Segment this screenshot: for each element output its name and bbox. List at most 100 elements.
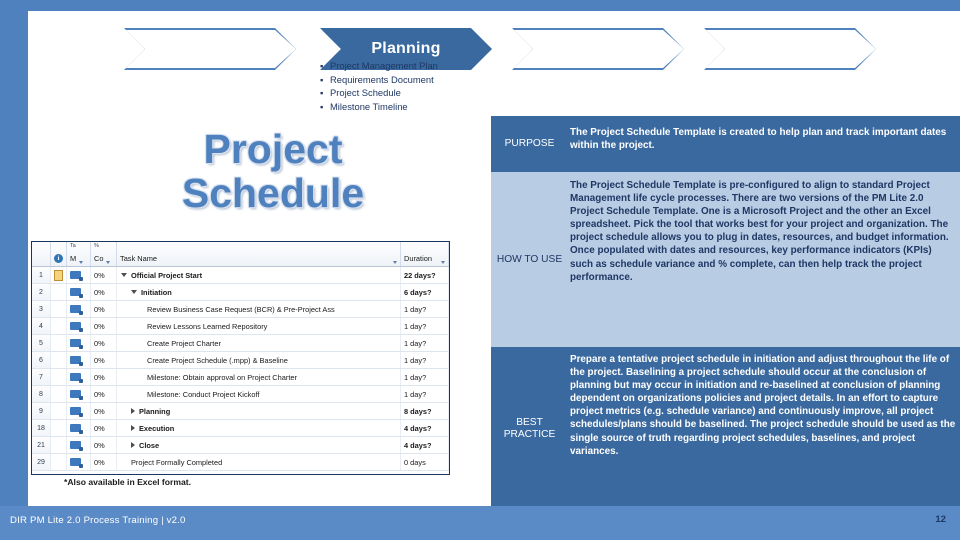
task-name-label: Milestone: Obtain approval on Project Ch…	[147, 372, 297, 382]
task-name-label: Create Project Charter	[147, 338, 221, 348]
table-row[interactable]: 29 0% Project Formally Completed 0 days	[32, 454, 449, 471]
table-row[interactable]: 8 0% Milestone: Conduct Project Kickoff 1 d…	[32, 386, 449, 403]
task-pct-complete: 0%	[91, 352, 117, 368]
task-duration: 4 days?	[401, 420, 449, 436]
process-chevron-1-label	[124, 28, 296, 70]
task-indicator-cell	[51, 352, 67, 368]
task-duration: 8 days?	[401, 403, 449, 419]
chevron-down-icon[interactable]	[79, 261, 84, 264]
page-number: 12	[935, 514, 946, 525]
task-indicator-cell	[51, 369, 67, 385]
table-row[interactable]: 6 0% Create Project Schedule (.mpp) & Base…	[32, 352, 449, 369]
task-name-label: Close	[139, 440, 160, 450]
table-row[interactable]: 9 0% Planning 8 days?	[32, 403, 449, 420]
excel-format-footnote: *Also available in Excel format.	[64, 477, 192, 487]
task-indicator-cell	[51, 284, 67, 300]
task-duration: 1 day?	[401, 369, 449, 385]
expand-triangle-icon[interactable]	[131, 408, 135, 414]
table-row[interactable]: 1 0% Official Project Start 22 days?	[32, 267, 449, 284]
gantt-col-task-mode[interactable]: Ta M	[67, 242, 91, 266]
task-name-cell: Review Lessons Learned Repository	[117, 318, 401, 334]
gantt-col-task-name-label: Task Name	[120, 254, 157, 263]
gantt-col-task-mode-label: M	[70, 254, 77, 263]
note-icon	[54, 269, 63, 281]
gantt-col-task-name[interactable]: Task Name	[117, 242, 401, 266]
auto-schedule-icon	[70, 390, 83, 400]
deliverable-label: Milestone Timeline	[330, 100, 408, 112]
task-mode-cell	[67, 454, 91, 470]
gantt-col-pct-complete[interactable]: % Co	[91, 242, 117, 266]
expand-triangle-icon[interactable]	[131, 442, 135, 448]
page-title: Project Schedule	[181, 126, 365, 216]
auto-schedule-icon	[70, 441, 83, 451]
project-schedule-screenshot: i Ta M % Co Task Name Duration 1 0% Offi…	[31, 241, 450, 475]
task-pct-complete: 0%	[91, 369, 117, 385]
task-name-cell: Initiation	[117, 284, 401, 300]
list-item: ▪ Milestone Timeline	[320, 100, 495, 114]
chevron-down-icon[interactable]	[106, 261, 111, 264]
auto-schedule-icon	[70, 271, 83, 281]
bullet-icon: ▪	[320, 100, 324, 112]
task-indicator-cell	[51, 301, 67, 317]
task-duration: 0 days	[401, 454, 449, 470]
gantt-task-list: 1 0% Official Project Start 22 days? 2 0% Init…	[32, 267, 449, 471]
table-row[interactable]: 2 0% Initiation 6 days?	[32, 284, 449, 301]
task-pct-complete: 0%	[91, 284, 117, 300]
task-row-id: 1	[32, 267, 51, 283]
auto-schedule-icon	[70, 305, 83, 315]
task-mode-cell	[67, 318, 91, 334]
table-row[interactable]: 7 0% Milestone: Obtain approval on Project…	[32, 369, 449, 386]
task-duration: 22 days?	[401, 267, 449, 283]
info-table: PURPOSE The Project Schedule Template is…	[491, 116, 960, 510]
auto-schedule-icon	[70, 322, 83, 332]
task-indicator-cell	[51, 335, 67, 351]
task-name-label: Milestone: Conduct Project Kickoff	[147, 389, 260, 399]
collapse-triangle-icon[interactable]	[121, 272, 127, 277]
task-duration: 6 days?	[401, 284, 449, 300]
list-item: ▪ Project Schedule	[320, 86, 495, 100]
task-name-label: Project Formally Completed	[131, 457, 223, 467]
gantt-col-duration[interactable]: Duration	[401, 242, 449, 266]
slide-canvas: Planning ▪ Project Management Plan ▪ Req…	[28, 11, 960, 510]
task-row-id: 2	[32, 284, 51, 300]
task-row-id: 9	[32, 403, 51, 419]
process-chevron-3-label	[512, 28, 684, 70]
task-name-label: Initiation	[141, 287, 172, 297]
bullet-icon: ▪	[320, 73, 324, 85]
task-row-id: 18	[32, 420, 51, 436]
process-chevron-4[interactable]	[704, 28, 876, 70]
task-name-label: Create Project Schedule (.mpp) & Baselin…	[147, 355, 288, 365]
table-row[interactable]: 4 0% Review Lessons Learned Repository 1 da…	[32, 318, 449, 335]
table-row[interactable]: 5 0% Create Project Charter 1 day?	[32, 335, 449, 352]
auto-schedule-icon	[70, 373, 83, 383]
task-name-label: Review Business Case Request (BCR) & Pre…	[147, 304, 335, 314]
task-indicator-cell	[51, 437, 67, 453]
task-row-id: 29	[32, 454, 51, 470]
gantt-col-indicators[interactable]: i	[51, 242, 67, 266]
list-item: ▪ Requirements Document	[320, 73, 495, 87]
table-row[interactable]: 18 0% Execution 4 days?	[32, 420, 449, 437]
process-chevron-3[interactable]	[512, 28, 684, 70]
process-chevron-1[interactable]	[124, 28, 296, 70]
collapse-triangle-icon[interactable]	[131, 289, 137, 294]
task-name-cell: Milestone: Obtain approval on Project Ch…	[117, 369, 401, 385]
task-pct-complete: 0%	[91, 420, 117, 436]
task-pct-complete: 0%	[91, 386, 117, 402]
task-name-cell: Project Formally Completed	[117, 454, 401, 470]
task-name-label: Official Project Start	[131, 270, 203, 280]
task-duration: 1 day?	[401, 352, 449, 368]
info-row-purpose: PURPOSE The Project Schedule Template is…	[491, 116, 960, 172]
table-row[interactable]: 21 0% Close 4 days?	[32, 437, 449, 454]
task-row-id: 7	[32, 369, 51, 385]
expand-triangle-icon[interactable]	[131, 425, 135, 431]
task-pct-complete: 0%	[91, 437, 117, 453]
chevron-down-icon[interactable]	[441, 261, 445, 264]
table-row[interactable]: 3 0% Review Business Case Request (BCR) & …	[32, 301, 449, 318]
task-row-id: 4	[32, 318, 51, 334]
task-pct-complete: 0%	[91, 301, 117, 317]
task-duration: 1 day?	[401, 386, 449, 402]
chevron-down-icon[interactable]	[393, 261, 397, 264]
task-pct-complete: 0%	[91, 403, 117, 419]
info-icon: i	[54, 254, 63, 263]
gantt-col-task-mode-top: Ta	[70, 243, 76, 249]
